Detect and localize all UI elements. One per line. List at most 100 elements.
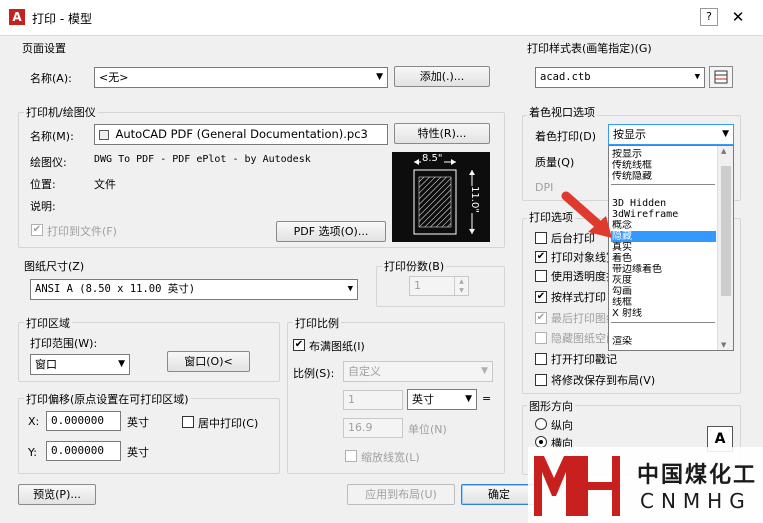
chevron-down-icon: ▼ (465, 394, 472, 404)
scale-inches-input[interactable]: 1 (343, 390, 403, 410)
page-setup-group-label: 页面设置 (22, 42, 66, 55)
dropdown-separator (611, 184, 715, 185)
dropdown-item[interactable]: 传统线框 (611, 160, 716, 171)
plot-option-checkbox[interactable] (535, 353, 547, 365)
plot-to-file-checkbox[interactable]: ✔ (31, 224, 43, 236)
plot-option-label: 打开打印戳记 (551, 353, 617, 366)
pdf-options-button[interactable]: PDF 选项(O)... (276, 221, 386, 242)
scrollbar-thumb[interactable] (721, 166, 731, 296)
chevron-down-icon: ▼ (722, 129, 729, 139)
plot-option-checkbox[interactable] (535, 232, 547, 244)
scale-lineweights-label: 缩放线宽(L) (361, 451, 420, 464)
printer-properties-button[interactable]: 特性(R)... (394, 123, 490, 144)
page-setup-name-label: 名称(A): (30, 72, 72, 85)
shade-plot-label: 着色打印(D) (535, 130, 597, 143)
help-button[interactable]: ? (700, 8, 718, 26)
dropdown-item[interactable]: 勾画 (611, 286, 716, 297)
chevron-down-icon: ▼ (118, 359, 125, 369)
dropdown-item[interactable]: 传统隐藏 (611, 171, 716, 182)
scroll-up-icon[interactable]: ▲ (721, 147, 726, 155)
chevron-down-icon: ▼ (694, 72, 700, 82)
scale-lineweights-checkbox[interactable] (345, 450, 357, 462)
plot-range-value: 窗口 (35, 358, 57, 371)
window-title: 打印 - 模型 (32, 12, 92, 26)
plot-option-checkbox[interactable] (535, 270, 547, 282)
paper-size-value: ANSI A (8.50 x 11.00 英寸) (35, 283, 196, 295)
printer-name-label: 名称(M): (30, 130, 74, 143)
dropdown-item[interactable]: 概念 (611, 220, 716, 231)
dropdown-separator (611, 322, 715, 323)
dropdown-item[interactable]: 线框 (611, 297, 716, 308)
plot-option-checkbox[interactable]: ✔ (535, 312, 547, 324)
dropdown-scrollbar[interactable]: ▲ ▼ (717, 146, 733, 350)
plot-scale-group-label: 打印比例 (293, 315, 341, 331)
preview-width-label: 8.5" (421, 153, 444, 164)
plot-option-label: 按样式打印 (551, 291, 606, 304)
paper-size-group-label: 图纸尺寸(Z) (24, 260, 85, 273)
ok-button[interactable]: 确定 (461, 484, 537, 505)
page-setup-name-combo[interactable]: <无> ▼ (94, 67, 388, 88)
plot-option-checkbox[interactable]: ✔ (535, 291, 547, 303)
shade-plot-value: 按显示 (613, 128, 646, 141)
dropdown-item[interactable]: 带边缘着色 (611, 264, 716, 275)
scale-unit-value: 英寸 (412, 393, 434, 406)
plot-option-checkbox[interactable] (535, 374, 547, 386)
scale-unit-combo[interactable]: 英寸 ▼ (407, 389, 477, 410)
plot-option-checkbox[interactable] (535, 332, 547, 344)
dropdown-item[interactable]: 3D Hidden (611, 198, 716, 209)
printer-group-label: 打印机/绘图仪 (24, 104, 98, 120)
plot-option-checkbox[interactable]: ✔ (535, 251, 547, 263)
center-plot-checkbox[interactable] (182, 416, 194, 428)
preview-height-label: 11.0" (468, 186, 480, 213)
window-pick-button[interactable]: 窗口(O)< (167, 351, 250, 372)
scale-label: 比例(S): (293, 367, 335, 380)
scale-combo[interactable]: 自定义 ▼ (343, 361, 493, 382)
stepper-arrows-icon[interactable]: ▲ ▼ (454, 277, 468, 295)
dropdown-item[interactable]: 按显示 (611, 149, 716, 160)
scale-units-input[interactable]: 16.9 (343, 418, 403, 438)
equals-sign: = (482, 392, 492, 405)
dropdown-item[interactable]: 3dWireframe (611, 209, 716, 220)
chevron-down-icon: ▼ (481, 366, 488, 376)
offset-x-label: X: (28, 415, 40, 428)
edit-plot-style-button[interactable] (709, 66, 733, 88)
offset-y-input[interactable]: 0.000000 (46, 441, 121, 461)
dropdown-item[interactable]: 着色 (611, 253, 716, 264)
portrait-radio[interactable] (535, 418, 547, 430)
dropdown-item[interactable]: X 射线 (611, 308, 716, 319)
watermark-chinese-text: 中国煤化工 (637, 463, 758, 488)
portrait-label: 纵向 (551, 419, 573, 432)
plot-area-group-label: 打印区域 (24, 315, 72, 331)
plot-style-value: acad.ctb (540, 71, 591, 83)
close-button[interactable]: ✕ (728, 8, 748, 26)
preview-button[interactable]: 预览(P)... (18, 484, 96, 505)
center-plot-label: 居中打印(C) (198, 417, 259, 430)
location-value: 文件 (94, 178, 116, 191)
dropdown-item[interactable]: 渲染 (611, 336, 716, 347)
offset-y-unit: 英寸 (127, 446, 149, 459)
apply-to-layout-button[interactable]: 应用到布局(U) (347, 484, 455, 505)
shade-plot-combo[interactable]: 按显示 ▼ (608, 124, 734, 145)
shade-plot-dropdown-list[interactable]: 按显示 传统线框 传统隐藏 3D Hidden 3dWireframe 概念 隐藏 真实 着色带… (608, 145, 734, 351)
dropdown-item[interactable]: 真实 (611, 242, 716, 253)
cnmhg-logo-icon (534, 456, 620, 516)
printer-name-value: AutoCAD PDF (General Documentation).pc3 (115, 127, 368, 141)
plot-offset-group-label: 打印偏移(原点设置在可打印区域) (24, 391, 191, 407)
autocad-app-icon: A (9, 9, 25, 25)
plot-to-file-label: 打印到文件(F) (47, 225, 117, 238)
plot-range-combo[interactable]: 窗口 ▼ (30, 354, 130, 375)
fit-to-paper-checkbox[interactable]: ✔ (293, 339, 305, 351)
paper-size-combo[interactable]: ANSI A (8.50 x 11.00 英寸) ▼ (30, 279, 358, 300)
scroll-down-icon[interactable]: ▼ (721, 341, 726, 349)
dropdown-item[interactable]: 灰度 (611, 275, 716, 286)
printer-name-combo[interactable]: AutoCAD PDF (General Documentation).pc3 (94, 124, 388, 145)
offset-x-input[interactable]: 0.000000 (46, 411, 121, 431)
page-setup-add-button[interactable]: 添加(.)... (394, 66, 490, 87)
plot-style-combo[interactable]: acad.ctb ▼ (535, 67, 705, 88)
offset-y-label: Y: (28, 446, 37, 459)
dropdown-item[interactable]: 隐藏 (611, 231, 716, 242)
copies-stepper[interactable]: 1 ▲ ▼ (409, 276, 469, 296)
copies-group-label: 打印份数(B) (382, 258, 447, 274)
table-edit-icon (714, 70, 728, 84)
watermark-english-text: CNMHG (640, 489, 752, 513)
